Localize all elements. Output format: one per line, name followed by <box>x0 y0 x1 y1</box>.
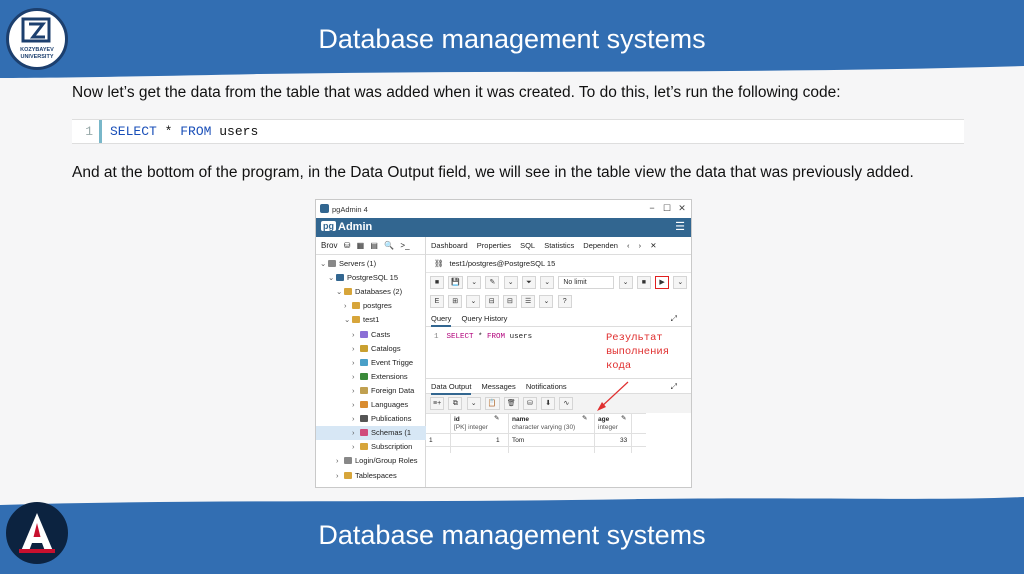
svg-text:UNIVERSITY: UNIVERSITY <box>20 54 53 60</box>
code-table: users <box>211 124 259 139</box>
footer-band: Database management systems <box>0 497 1024 574</box>
code-keyword-select: SELECT <box>110 124 157 139</box>
code-line-number: 1 <box>72 120 102 143</box>
footer-title: Database management systems <box>318 520 706 550</box>
code-star: * <box>156 124 181 139</box>
code-block: 1 SELECT * FROM users <box>72 119 964 144</box>
annotation-arrow <box>597 381 629 411</box>
header-band: Database management systems <box>0 0 1024 80</box>
code-text: SELECT * FROM users <box>110 124 258 139</box>
output-paragraph: And at the bottom of the program, in the… <box>72 164 914 181</box>
slide-title: Database management systems <box>318 24 706 54</box>
code-keyword-from: FROM <box>180 124 212 139</box>
university-logo: KOZYBAYEV UNIVERSITY <box>6 8 68 70</box>
intro-paragraph: Now let’s get the data from the table th… <box>72 84 841 101</box>
pgadmin-window: pgAdmin 4 − ☐ ✕ pg Admin ☰ Brov ⛁ ▦ ▤ 🔍 … <box>315 199 692 488</box>
university-crest-logo <box>6 502 68 564</box>
svg-text:KOZYBAYEV: KOZYBAYEV <box>20 47 54 53</box>
